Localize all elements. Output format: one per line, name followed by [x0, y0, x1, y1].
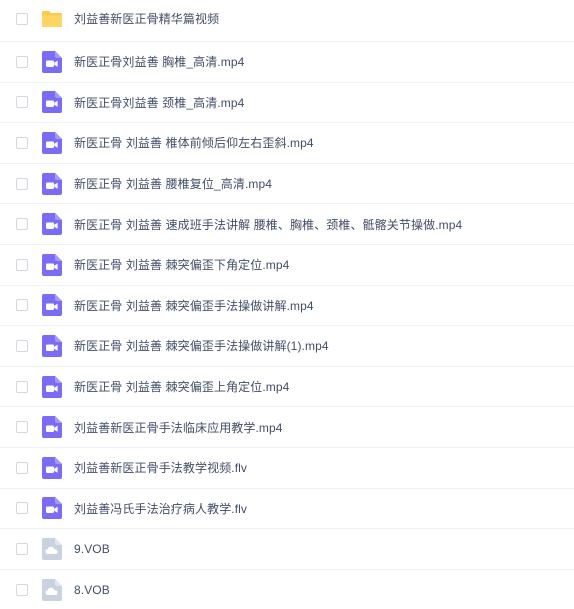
cloud-file-icon: [41, 578, 63, 601]
video-file-icon: [41, 334, 63, 357]
video-file-icon: [41, 172, 63, 195]
file-name[interactable]: 刘益善新医正骨手法临床应用教学.mp4: [74, 419, 283, 436]
row-checkbox[interactable]: [16, 177, 28, 190]
cloud-file-icon: [41, 537, 63, 560]
file-row[interactable]: 新医正骨 刘益善 棘突偏歪上角定位.mp4: [0, 367, 574, 408]
file-list: 刘益善新医正骨精华篇视频新医正骨刘益善 胸椎_高清.mp4 新医正骨刘益善 颈椎_…: [0, 0, 574, 609]
file-name[interactable]: 新医正骨 刘益善 速成班手法讲解 腰椎、胸椎、颈椎、骶髂关节操做.mp4: [74, 216, 462, 233]
file-row[interactable]: 9.VOB: [0, 529, 574, 570]
file-row[interactable]: 8.VOB: [0, 570, 574, 609]
row-checkbox[interactable]: [16, 218, 28, 231]
file-name[interactable]: 新医正骨刘益善 胸椎_高清.mp4: [74, 53, 244, 70]
file-row[interactable]: 新医正骨 刘益善 棘突偏歪手法操做讲解.mp4: [0, 286, 574, 327]
file-name[interactable]: 9.VOB: [74, 542, 110, 556]
file-row[interactable]: 刘益善冯氏手法治疗病人教学.flv: [0, 489, 574, 530]
row-checkbox[interactable]: [16, 339, 28, 352]
row-checkbox[interactable]: [16, 55, 28, 68]
file-row[interactable]: 新医正骨 刘益善 腰椎复位_高清.mp4: [0, 164, 574, 205]
video-file-icon: [41, 131, 63, 154]
video-file-icon: [41, 497, 63, 520]
file-name[interactable]: 新医正骨 刘益善 椎体前倾后仰左右歪斜.mp4: [74, 134, 314, 151]
row-checkbox[interactable]: [16, 502, 28, 515]
file-row[interactable]: 刘益善新医正骨手法临床应用教学.mp4: [0, 407, 574, 448]
file-row[interactable]: 刘益善新医正骨手法教学视频.flv: [0, 448, 574, 489]
row-checkbox[interactable]: [16, 299, 28, 312]
folder-icon: [41, 8, 63, 30]
row-checkbox[interactable]: [16, 421, 28, 434]
row-checkbox[interactable]: [16, 258, 28, 271]
video-file-icon: [41, 375, 63, 398]
file-name[interactable]: 新医正骨 刘益善 棘突偏歪上角定位.mp4: [74, 378, 289, 395]
file-name[interactable]: 新医正骨刘益善 颈椎_高清.mp4: [74, 94, 244, 111]
video-file-icon: [41, 456, 63, 479]
video-file-icon: [41, 416, 63, 439]
row-checkbox[interactable]: [16, 583, 28, 596]
video-file-icon: [41, 50, 63, 73]
video-file-icon: [41, 91, 63, 114]
row-checkbox[interactable]: [16, 380, 28, 393]
file-name[interactable]: 刘益善冯氏手法治疗病人教学.flv: [74, 500, 247, 517]
row-checkbox[interactable]: [16, 542, 28, 555]
video-file-icon: [41, 294, 63, 317]
video-file-icon: [41, 253, 63, 276]
file-row[interactable]: 新医正骨刘益善 胸椎_高清.mp4: [0, 42, 574, 83]
file-name[interactable]: 刘益善新医正骨手法教学视频.flv: [74, 459, 247, 476]
file-name[interactable]: 新医正骨 刘益善 棘突偏歪手法操做讲解(1).mp4: [74, 337, 329, 354]
file-name[interactable]: 新医正骨 刘益善 棘突偏歪手法操做讲解.mp4: [74, 297, 314, 314]
file-name[interactable]: 8.VOB: [74, 583, 110, 597]
row-checkbox[interactable]: [16, 96, 28, 109]
row-checkbox[interactable]: [16, 12, 28, 25]
file-row[interactable]: 刘益善新医正骨精华篇视频: [0, 0, 574, 42]
file-row[interactable]: 新医正骨刘益善 颈椎_高清.mp4: [0, 83, 574, 124]
file-row[interactable]: 新医正骨 刘益善 速成班手法讲解 腰椎、胸椎、颈椎、骶髂关节操做.mp4: [0, 204, 574, 245]
file-name[interactable]: 新医正骨 刘益善 腰椎复位_高清.mp4: [74, 175, 272, 192]
file-name[interactable]: 新医正骨 刘益善 棘突偏歪下角定位.mp4: [74, 256, 289, 273]
file-row[interactable]: 新医正骨 刘益善 椎体前倾后仰左右歪斜.mp4: [0, 123, 574, 164]
file-row[interactable]: 新医正骨 刘益善 棘突偏歪手法操做讲解(1).mp4: [0, 326, 574, 367]
row-checkbox[interactable]: [16, 136, 28, 149]
row-checkbox[interactable]: [16, 461, 28, 474]
file-row[interactable]: 新医正骨 刘益善 棘突偏歪下角定位.mp4: [0, 245, 574, 286]
video-file-icon: [41, 213, 63, 236]
file-name[interactable]: 刘益善新医正骨精华篇视频: [74, 10, 219, 27]
